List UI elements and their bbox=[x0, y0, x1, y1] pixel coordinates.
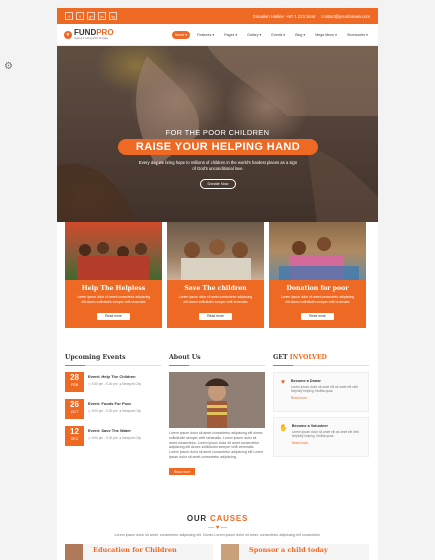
feature-cards: Help The Helpless Lorem ipsum dolor sit … bbox=[57, 222, 378, 348]
nav-item-events[interactable]: Events ▾ bbox=[268, 31, 288, 39]
about-photo bbox=[169, 372, 265, 428]
event-date: 26 OCT bbox=[65, 399, 84, 419]
volunteer-hand-icon: ✋ bbox=[279, 425, 288, 432]
nav-menu: Home ▾ Features ▾ Pages ▾ Gallery ▾ Even… bbox=[171, 30, 371, 39]
card-text: Lorem ipsum dolor sit amet consectetur a… bbox=[280, 295, 355, 304]
nav-item-shortcodes[interactable]: Shortcodes ▾ bbox=[344, 31, 371, 39]
cause-title[interactable]: Sponsor a child today bbox=[239, 544, 328, 560]
clock-icon: ◷ bbox=[88, 436, 91, 440]
logo-heart-icon: ♥ bbox=[64, 30, 72, 39]
involved-item[interactable]: ✋ Become a Volunteer Lorem ipsum dolor s… bbox=[273, 417, 369, 457]
our-causes: OUR CAUSES — ♥ — Lorem ipsum dolor sit a… bbox=[57, 514, 378, 560]
cause-photo bbox=[221, 543, 239, 560]
event-item[interactable]: 28 FEB Event: Help The Children ◷ 5.00 pm… bbox=[65, 372, 161, 392]
hero-banner: FOR THE POOR CHILDREN RAISE YOUR HELPING… bbox=[57, 46, 378, 222]
heart-divider-icon: — ♥ — bbox=[208, 524, 227, 531]
card-save-children: Save The children Lorem ipsum dolor sit … bbox=[167, 222, 264, 348]
causes-text: Lorem ipsum dolor sit amet, consectetur … bbox=[114, 532, 321, 537]
about-text: Lorem ipsum dolor sit amet consectetur a… bbox=[169, 431, 264, 459]
donor-hand-icon: ♥ bbox=[280, 379, 285, 386]
involved-title[interactable]: Become a Donar bbox=[291, 379, 363, 383]
top-bar: f t g+ in ig Donation Hotline: +87 1 223… bbox=[57, 8, 378, 24]
nav-item-blog[interactable]: Blog ▾ bbox=[292, 31, 308, 39]
pin-icon: ● bbox=[119, 436, 122, 440]
pin-icon: ● bbox=[119, 382, 122, 386]
event-title[interactable]: Event: Help The Children bbox=[88, 374, 141, 379]
logo[interactable]: ♥ FUNDPRO Helping & Giving NGO Template bbox=[64, 29, 114, 40]
page-frame: f t g+ in ig Donation Hotline: +87 1 223… bbox=[57, 8, 378, 560]
event-date: 28 FEB bbox=[65, 372, 84, 392]
event-item[interactable]: 26 OCT Event: Foods For Poor ◷ 5.00 pm - … bbox=[65, 399, 161, 419]
hero-text: Every day we bring hope to millions of c… bbox=[138, 160, 298, 171]
twitter-icon[interactable]: t bbox=[76, 12, 84, 20]
card-photo bbox=[269, 222, 366, 280]
social-links: f t g+ in ig bbox=[65, 12, 117, 20]
card-title: Donation for poor bbox=[286, 285, 349, 292]
hero-subtitle: FOR THE POOR CHILDREN bbox=[165, 128, 270, 137]
clock-icon: ◷ bbox=[88, 409, 91, 413]
main-nav: ♥ FUNDPRO Helping & Giving NGO Template … bbox=[57, 24, 378, 46]
card-photo bbox=[167, 222, 264, 280]
card-read-more-button[interactable]: Read more bbox=[97, 312, 130, 320]
card-photo bbox=[65, 222, 162, 280]
instagram-icon[interactable]: ig bbox=[109, 12, 117, 20]
pin-icon: ● bbox=[119, 409, 122, 413]
about-read-more-button[interactable]: Read more bbox=[169, 468, 196, 476]
card-donation-poor: Donation for poor Lorem ipsum dolor sit … bbox=[269, 222, 366, 348]
cause-photo bbox=[65, 543, 83, 560]
nav-item-features[interactable]: Features ▾ bbox=[194, 31, 217, 39]
facebook-icon[interactable]: f bbox=[65, 12, 73, 20]
logo-name-b: PRO bbox=[96, 28, 114, 37]
clock-icon: ◷ bbox=[88, 382, 91, 386]
causes-title: OUR CAUSES bbox=[186, 513, 249, 523]
cause-card[interactable]: Education for Children bbox=[65, 543, 213, 560]
google-plus-icon[interactable]: g+ bbox=[87, 12, 95, 20]
involved-text: Lorem ipsum dolor sit amet elit sit amet… bbox=[291, 430, 359, 439]
settings-gear-icon[interactable]: ⚙ bbox=[3, 61, 14, 72]
about-us: About Us Lorem ipsum dolor sit amet cons… bbox=[169, 354, 265, 478]
logo-tagline: Helping & Giving NGO Template bbox=[74, 37, 109, 40]
info-sections: Upcoming Events 28 FEB Event: Help The Ch… bbox=[57, 354, 378, 478]
cause-card[interactable]: Sponsor a child today bbox=[221, 543, 369, 560]
card-help-helpless: Help The Helpless Lorem ipsum dolor sit … bbox=[65, 222, 162, 348]
card-title: Help The Helpless bbox=[81, 285, 146, 292]
nav-item-mega-menu[interactable]: Mega Menu ▾ bbox=[312, 31, 340, 39]
card-read-more-button[interactable]: Read more bbox=[199, 312, 232, 320]
involved-read-more[interactable]: Read more... bbox=[291, 396, 363, 400]
logo-name-a: FUND bbox=[74, 28, 97, 37]
nav-item-home[interactable]: Home ▾ bbox=[171, 30, 191, 39]
card-text: Lorem ipsum dolor sit amet consectetur a… bbox=[178, 295, 253, 304]
section-title: GET INVOLVED bbox=[273, 354, 369, 366]
nav-item-gallery[interactable]: Gallery ▾ bbox=[244, 31, 264, 39]
section-title: About Us bbox=[169, 354, 265, 366]
section-title: Upcoming Events bbox=[65, 354, 161, 366]
upcoming-events: Upcoming Events 28 FEB Event: Help The Ch… bbox=[65, 354, 161, 478]
card-read-more-button[interactable]: Read more bbox=[301, 312, 334, 320]
involved-text: Lorem ipsum dolor sit amet elit sit amet… bbox=[290, 385, 358, 394]
event-date: 12 DEC bbox=[65, 426, 84, 446]
involved-read-more[interactable]: Read more... bbox=[292, 441, 363, 445]
card-title: Save The children bbox=[184, 285, 247, 292]
nav-item-pages[interactable]: Pages ▾ bbox=[221, 31, 240, 39]
hotline-text: Donation Hotline: +87 1 223 3444 bbox=[252, 13, 316, 19]
involved-item[interactable]: ♥ Become a Donar Lorem ipsum dolor sit a… bbox=[273, 372, 369, 412]
get-involved: GET INVOLVED ♥ Become a Donar Lorem ipsu… bbox=[273, 354, 369, 478]
event-item[interactable]: 12 DEC Event: Save The Water ◷ 5.00 pm - … bbox=[65, 426, 161, 446]
event-title[interactable]: Event: Foods For Poor bbox=[88, 401, 141, 406]
donate-now-button[interactable]: Donate Now bbox=[200, 179, 236, 189]
hero-title: RAISE YOUR HELPING HAND bbox=[118, 139, 318, 155]
event-title[interactable]: Event: Save The Water bbox=[88, 428, 141, 433]
card-text: Lorem ipsum dolor sit amet consectetur a… bbox=[76, 295, 151, 304]
cause-title[interactable]: Education for Children bbox=[83, 544, 177, 560]
linkedin-icon[interactable]: in bbox=[98, 12, 106, 20]
email-link[interactable]: contact@yourdomain.com bbox=[321, 14, 370, 19]
involved-title[interactable]: Become a Volunteer bbox=[292, 424, 363, 428]
